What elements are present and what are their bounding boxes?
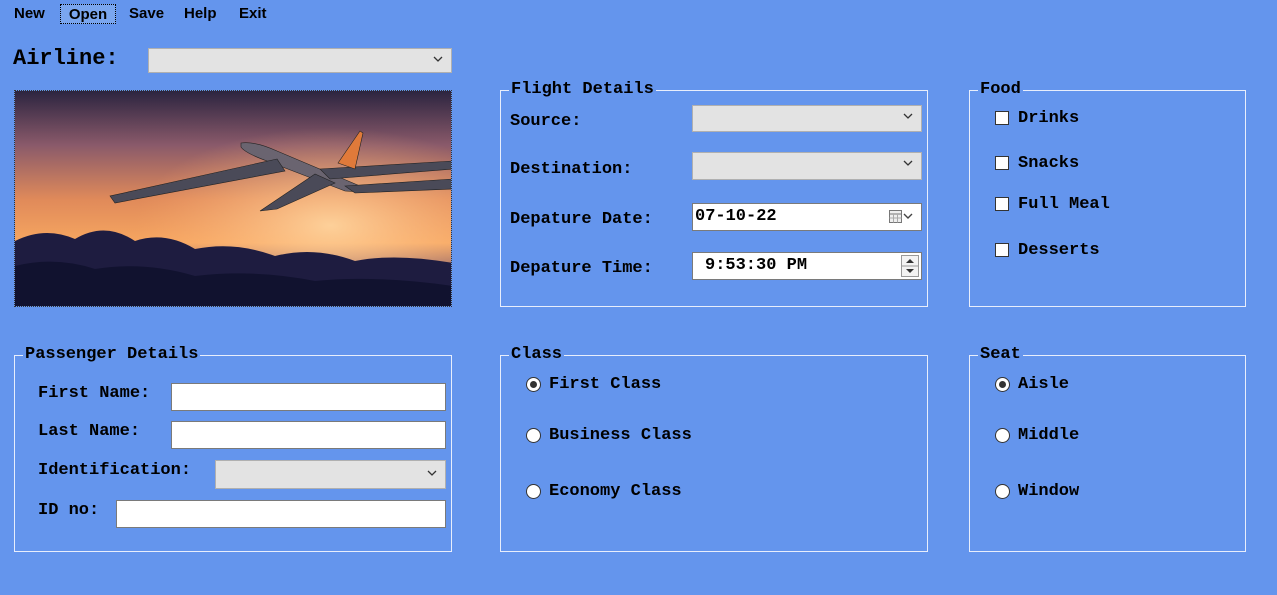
- departure-date-label: Depature Date:: [510, 210, 653, 229]
- first-name-label: First Name:: [38, 384, 151, 403]
- desserts-checkbox[interactable]: [995, 243, 1009, 257]
- class-title: Class: [509, 345, 565, 365]
- departure-date-picker[interactable]: 07-10-22: [692, 203, 922, 231]
- chevron-down-icon: [903, 113, 913, 119]
- chevron-down-icon: [433, 56, 443, 62]
- snacks-checkbox[interactable]: [995, 156, 1009, 170]
- last-name-field[interactable]: [171, 421, 446, 449]
- chevron-down-icon: [427, 470, 437, 476]
- menu-exit[interactable]: Exit: [236, 4, 270, 24]
- seat-title: Seat: [978, 345, 1023, 365]
- departure-date-value: 07-10-22: [695, 207, 777, 226]
- menu-save[interactable]: Save: [126, 4, 167, 24]
- full-meal-label[interactable]: Full Meal: [1018, 195, 1110, 214]
- flight-details-title: Flight Details: [509, 80, 656, 100]
- time-spinner[interactable]: [901, 255, 919, 277]
- menu-help[interactable]: Help: [181, 4, 220, 24]
- airline-label: Airline:: [13, 46, 119, 71]
- airline-combobox[interactable]: [148, 48, 452, 73]
- business-class-radio[interactable]: [526, 428, 541, 443]
- last-name-label: Last Name:: [38, 422, 141, 441]
- middle-label[interactable]: Middle: [1018, 426, 1079, 445]
- menu-open[interactable]: Open: [60, 4, 116, 24]
- seat-group: Seat: [969, 345, 1246, 552]
- window-label[interactable]: Window: [1018, 482, 1079, 501]
- id-no-label: ID no:: [38, 501, 100, 520]
- destination-label: Destination:: [510, 160, 633, 179]
- aisle-label[interactable]: Aisle: [1018, 375, 1069, 394]
- id-no-field[interactable]: [116, 500, 446, 528]
- food-title: Food: [978, 80, 1023, 100]
- departure-time-value: 9:53:30 PM: [705, 256, 808, 275]
- departure-time-picker[interactable]: 9:53:30 PM: [692, 252, 922, 280]
- economy-class-radio[interactable]: [526, 484, 541, 499]
- source-label: Source:: [510, 112, 582, 131]
- airplane-sunset-image: [15, 91, 451, 306]
- menu-new[interactable]: New: [11, 4, 48, 24]
- snacks-label[interactable]: Snacks: [1018, 154, 1079, 173]
- full-meal-checkbox[interactable]: [995, 197, 1009, 211]
- drinks-checkbox[interactable]: [995, 111, 1009, 125]
- economy-class-label[interactable]: Economy Class: [549, 482, 682, 501]
- passenger-details-title: Passenger Details: [23, 345, 201, 365]
- window-radio[interactable]: [995, 484, 1010, 499]
- chevron-down-icon: [903, 160, 913, 166]
- business-class-label[interactable]: Business Class: [549, 426, 692, 445]
- identification-combobox[interactable]: [215, 460, 446, 489]
- departure-time-label: Depature Time:: [510, 259, 653, 278]
- calendar-dropdown-icon[interactable]: [889, 210, 915, 224]
- airplane-picture: [14, 90, 452, 307]
- source-combobox[interactable]: [692, 105, 922, 132]
- first-class-label[interactable]: First Class: [549, 375, 661, 394]
- drinks-label[interactable]: Drinks: [1018, 109, 1079, 128]
- identification-label: Identification:: [38, 461, 192, 480]
- desserts-label[interactable]: Desserts: [1018, 241, 1100, 260]
- first-name-field[interactable]: [171, 383, 446, 411]
- first-class-radio[interactable]: [526, 377, 541, 392]
- destination-combobox[interactable]: [692, 152, 922, 180]
- spinner-arrows-icon: [902, 259, 918, 273]
- aisle-radio[interactable]: [995, 377, 1010, 392]
- middle-radio[interactable]: [995, 428, 1010, 443]
